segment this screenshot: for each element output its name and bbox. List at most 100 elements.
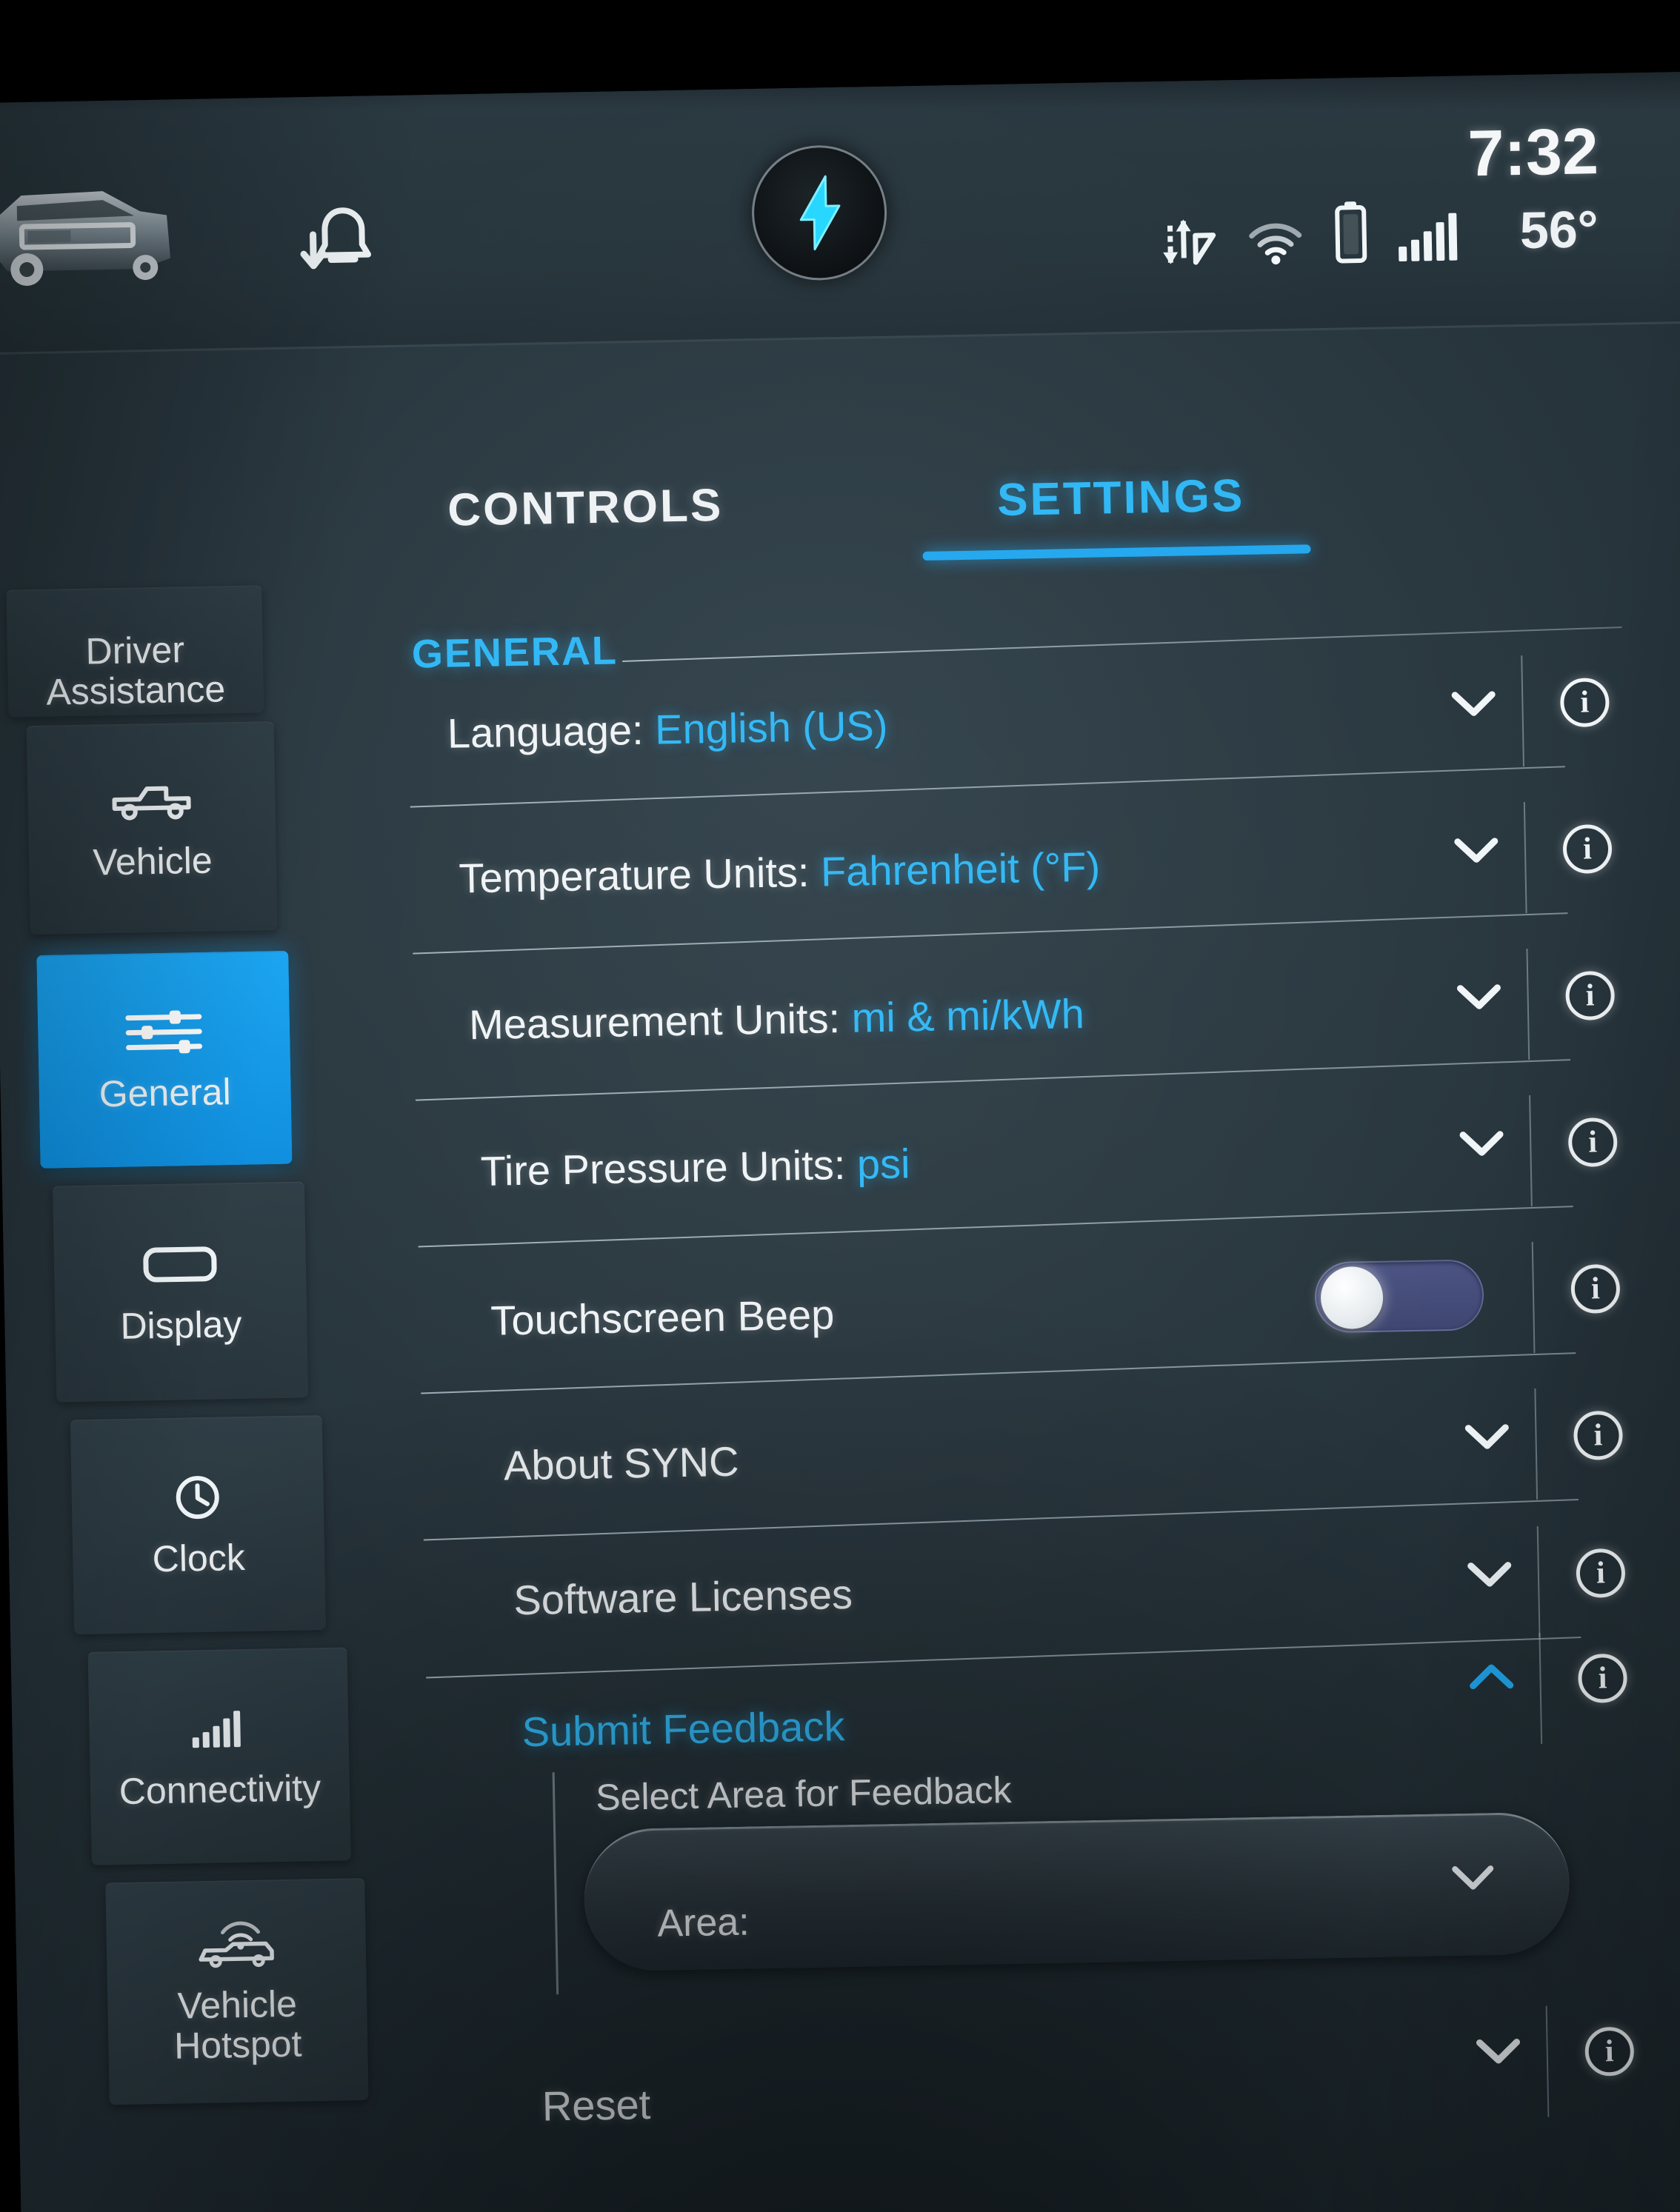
row-divider [1531,1241,1536,1353]
chevron-down-icon[interactable] [1456,982,1502,1012]
chevron-up-icon[interactable] [1468,1662,1515,1692]
info-icon[interactable]: i [1567,1117,1618,1168]
row-label-text: Touchscreen Beep [490,1291,835,1344]
sidebar-item-label: Vehicle Hotspot [173,1982,302,2067]
sidebar-item-driver-assistance[interactable]: Driver Assistance [6,585,264,718]
settings-content-panel: GENERAL Language: English (US) i Tempera… [407,603,1680,2212]
toggle-knob [1320,1266,1384,1330]
row-label: Submit Feedback [521,1702,845,1756]
info-icon[interactable]: i [1559,677,1610,728]
row-value: psi [856,1140,911,1188]
signal-bars-icon [190,1704,247,1754]
chevron-down-icon[interactable] [1464,1422,1510,1452]
status-icon-row [1158,198,1460,267]
clock-icon [173,1472,221,1522]
status-time: 7:32 [1467,114,1599,190]
row-label-text: Software Licenses [513,1570,853,1624]
row-label-text: Measurement Units: [468,995,841,1049]
row-label: Touchscreen Beep [490,1290,835,1344]
row-value: Fahrenheit (°F) [820,843,1101,895]
chevron-down-icon[interactable] [1459,1129,1505,1159]
row-label-text: About SYNC [503,1437,740,1489]
settings-row-tire-pressure-units[interactable]: Tire Pressure Units: psi i [416,1080,1644,1248]
row-label: Reset [541,2080,650,2131]
sliders-icon [124,1007,204,1057]
sidebar-item-vehicle[interactable]: Vehicle [26,721,278,935]
feedback-panel-rail [552,1772,559,1995]
infotainment-photo: 7:32 56° CONTROLS SETTINGS Driver Assist… [0,0,1680,2212]
sidebar-item-general[interactable]: General [36,950,293,1169]
sidebar-item-label: Vehicle [92,839,213,883]
tab-settings[interactable]: SETTINGS [997,470,1245,527]
submit-feedback-panel: Select Area for Feedback Area: [552,1753,1638,1995]
settings-row-language[interactable]: Language: English (US) i [407,640,1636,808]
chevron-down-icon[interactable] [1450,1862,1496,1893]
chevron-down-icon[interactable] [1453,835,1500,866]
info-icon[interactable]: i [1570,1263,1621,1314]
info-icon[interactable]: i [1584,2026,1635,2076]
row-label-text: Reset [541,2081,651,2130]
sidebar-item-label: Driver Assistance [45,629,226,713]
data-transfer-navigation-icon [1158,213,1216,267]
sidebar-item-display[interactable]: Display [53,1181,309,1403]
sidebar-item-connectivity[interactable]: Connectivity [87,1647,351,1865]
cellular-signal-icon [1396,210,1459,264]
info-icon[interactable]: i [1577,1653,1628,1703]
chevron-down-icon[interactable] [1450,689,1497,719]
settings-row-temperature-units[interactable]: Temperature Units: Fahrenheit (°F) i [410,786,1639,955]
battery-icon [1334,200,1368,264]
info-icon[interactable]: i [1565,970,1616,1021]
row-label-text: Tire Pressure Units: [480,1140,846,1194]
tab-active-indicator [922,544,1311,561]
row-divider [1523,802,1527,914]
sidebar-item-label: General [99,1071,232,1115]
settings-row-reset[interactable]: Reset i [433,2005,1661,2177]
select-area-label: Select Area for Feedback [595,1769,1013,1819]
info-icon[interactable]: i [1576,1548,1626,1598]
info-icon[interactable]: i [1562,823,1613,875]
row-value: English (US) [654,701,888,753]
row-divider [1526,949,1530,1060]
row-divider [1529,1095,1533,1207]
row-label: Measurement Units: mi & mi/kWh [469,989,1085,1049]
settings-row-measurement-units[interactable]: Measurement Units: mi & mi/kWh i [413,933,1641,1101]
status-bar: 7:32 56° [0,71,1680,355]
row-label-text: Language: [447,706,644,757]
tab-controls[interactable]: CONTROLS [447,479,724,537]
touchscreen-beep-toggle[interactable] [1314,1259,1484,1334]
status-temperature: 56° [1519,200,1599,260]
row-label: Software Licenses [513,1570,853,1624]
status-right-cluster: 7:32 56° [1079,114,1601,298]
sync-screen: 7:32 56° CONTROLS SETTINGS Driver Assist… [0,71,1680,2212]
row-label: Temperature Units: Fahrenheit (°F) [459,843,1101,903]
car-wifi-icon [194,1919,278,1969]
ev-charging-bolt-icon[interactable] [750,144,888,282]
row-label: Language: English (US) [447,701,888,758]
area-select-value: Area: [656,1900,750,1945]
area-select-dropdown[interactable]: Area: [583,1811,1571,1972]
row-divider [1545,2005,1550,2117]
truck-icon[interactable] [0,181,179,292]
row-label: Tire Pressure Units: psi [480,1139,910,1195]
row-divider [1521,655,1524,767]
bell-download-icon[interactable] [299,199,379,282]
row-label-text: Temperature Units: [458,848,810,902]
row-label: About SYNC [503,1437,739,1490]
sidebar-item-label: Connectivity [119,1767,321,1813]
screen-icon [141,1240,219,1290]
chevron-down-icon[interactable] [1475,2036,1521,2066]
row-divider [1536,1526,1541,1637]
wifi-icon [1245,218,1305,265]
sidebar-item-label: Clock [152,1536,246,1580]
row-divider [1534,1388,1539,1500]
sidebar-item-clock[interactable]: Clock [70,1414,327,1635]
row-value: mi & mi/kWh [851,990,1085,1041]
row-label-text: Submit Feedback [521,1703,845,1756]
pickup-truck-icon [107,775,196,826]
settings-sidebar: Driver Assistance Vehicle General Displa… [6,585,459,2212]
sidebar-item-label: Display [119,1303,242,1347]
chevron-down-icon[interactable] [1467,1560,1513,1590]
settings-row-touchscreen-beep[interactable]: Touchscreen Beep i [419,1226,1647,1394]
info-icon[interactable]: i [1573,1410,1624,1461]
sidebar-item-vehicle-hotspot[interactable]: Vehicle Hotspot [105,1878,369,2105]
